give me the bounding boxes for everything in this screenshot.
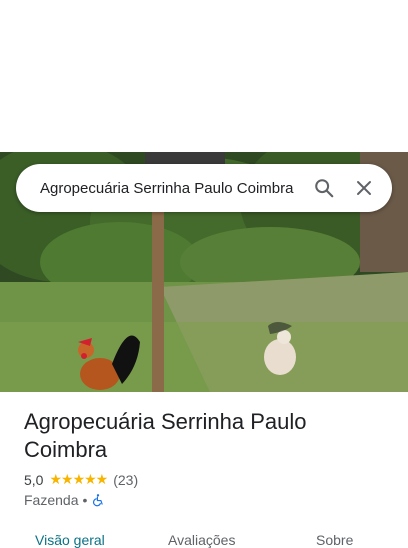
category-row: Fazenda • [24,492,105,508]
place-title: Agropecuária Serrinha Paulo Coimbra [24,409,307,462]
rating-value: 5,0 [24,471,44,488]
place-category: Fazenda [24,492,79,508]
map-blank-area [0,0,408,152]
star-rating: ★★★★★ [49,471,108,487]
rating-row[interactable]: 5,0 ★★★★★ (23) [24,471,138,488]
tab-reviews[interactable]: Avaliações [168,532,235,548]
place-tabs: Visão geral Avaliações Sobre [0,528,408,548]
tab-about[interactable]: Sobre [316,532,353,548]
search-bar[interactable]: Agropecuária Serrinha Paulo Coimbra [16,164,392,212]
separator: • [82,492,88,508]
search-icon[interactable] [304,168,344,208]
search-input[interactable]: Agropecuária Serrinha Paulo Coimbra [40,180,304,197]
tab-overview[interactable]: Visão geral [35,532,105,548]
reviews-count[interactable]: (23) [113,472,138,488]
wheelchair-icon [91,493,105,507]
close-icon[interactable] [344,168,384,208]
